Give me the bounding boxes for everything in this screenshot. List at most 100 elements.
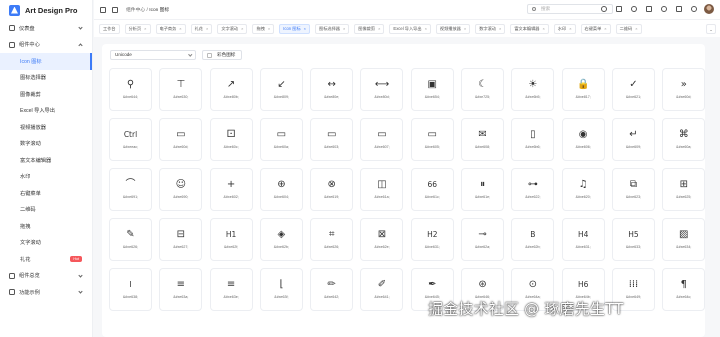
- icon-card[interactable]: ▭ &#xe603;: [310, 118, 354, 161]
- theme-icon[interactable]: [674, 5, 683, 14]
- icon-card[interactable]: ⊠ &#xe62e;: [360, 218, 404, 261]
- sidebar-item[interactable]: Excel 导入导出: [0, 103, 92, 120]
- tab-item[interactable]: Icon 图标 ×: [279, 23, 310, 34]
- icon-card[interactable]: ♫ &#xe620;: [561, 168, 605, 211]
- icon-card[interactable]: I &#xe638;: [109, 268, 152, 311]
- icon-card[interactable]: 🔒 &#xe817;: [561, 68, 605, 111]
- tab-item[interactable]: 二维码 ×: [615, 23, 642, 34]
- icon-card[interactable]: ✎ &#xe626;: [109, 218, 152, 261]
- icon-card[interactable]: ⊗ &#xe619;: [310, 168, 354, 211]
- sidebar-item[interactable]: 文字滚动: [0, 235, 92, 252]
- close-icon[interactable]: ×: [569, 24, 571, 33]
- refresh-icon[interactable]: [599, 5, 608, 14]
- icon-card[interactable]: ◈ &#xe62b;: [259, 218, 303, 261]
- tab-item[interactable]: 图标选择器 ×: [315, 23, 350, 34]
- icon-card[interactable]: ▭ &#xe60d;: [159, 118, 203, 161]
- icon-card[interactable]: ⧉ &#xe623;: [611, 168, 655, 211]
- close-icon[interactable]: ×: [542, 24, 544, 33]
- icon-card[interactable]: ¶ &#xe64c;: [662, 268, 706, 311]
- tab-item[interactable]: 富文本编辑器 ×: [510, 23, 549, 34]
- icon-card[interactable]: + &#xe602;: [209, 168, 253, 211]
- sidebar-item[interactable]: 图标选择器: [0, 70, 92, 87]
- icon-card[interactable]: ⌗ &#xe626;: [310, 218, 354, 261]
- sidebar-item[interactable]: 富文本编辑器: [0, 152, 92, 169]
- sidebar-item[interactable]: 功能示例: [0, 284, 92, 301]
- sidebar-item[interactable]: 组件中心: [0, 37, 92, 54]
- icon-card[interactable]: ≡ &#xe63e;: [209, 268, 253, 311]
- tab-item[interactable]: 电子商务 ×: [155, 23, 186, 34]
- icon-card[interactable]: ↙ &#xe809;: [259, 68, 303, 111]
- sidebar-item[interactable]: 组件总览: [0, 268, 92, 285]
- icon-card[interactable]: ≡ &#xe63a;: [159, 268, 203, 311]
- close-icon[interactable]: ×: [604, 24, 606, 33]
- icon-card[interactable]: ▭ &#xe60a;: [259, 118, 303, 161]
- close-icon[interactable]: ×: [241, 24, 243, 33]
- fullscreen-icon[interactable]: [614, 5, 623, 14]
- sidebar-item[interactable]: 仪表盘: [0, 20, 92, 37]
- icon-card[interactable]: ⊟ &#xe627;: [159, 218, 203, 261]
- icon-card[interactable]: ⊤ &#xe630;: [159, 68, 203, 111]
- color-icon-toggle[interactable]: 彩色图标: [202, 50, 243, 60]
- icon-card[interactable]: ⌊ &#xe63f;: [259, 268, 303, 311]
- icon-card[interactable]: ✐ &#xe641;: [360, 268, 404, 311]
- close-icon[interactable]: ×: [343, 24, 345, 33]
- icon-card[interactable]: ↵ &#xe609;: [611, 118, 655, 161]
- tab-item[interactable]: 工作台: [99, 23, 120, 34]
- icon-card[interactable]: ✓ &#xe621;: [611, 68, 655, 111]
- tab-item[interactable]: 礼花 ×: [190, 23, 213, 34]
- notification-icon[interactable]: [644, 5, 653, 14]
- icon-card[interactable]: ⏸ &#xe61e;: [461, 168, 505, 211]
- settings-icon[interactable]: [689, 5, 698, 14]
- icon-card[interactable]: ⊸ &#xe62a;: [461, 218, 505, 261]
- tab-item[interactable]: 分析页 ×: [124, 23, 151, 34]
- icon-card[interactable]: ▭ &#xe607;: [360, 118, 404, 161]
- icon-card[interactable]: ⌘ &#xe60a;: [662, 118, 706, 161]
- icon-card[interactable]: ☀ &#xe6b5;: [511, 68, 555, 111]
- icon-type-select[interactable]: Unicode: [110, 50, 196, 60]
- close-icon[interactable]: ×: [464, 24, 466, 33]
- tab-item[interactable]: 数字滚动 ×: [475, 23, 506, 34]
- icon-card[interactable]: ▯ &#xe6b6;: [511, 118, 555, 161]
- chat-icon[interactable]: [659, 5, 668, 14]
- icon-card[interactable]: H4 &#xe631;: [561, 218, 605, 261]
- tab-item[interactable]: 图像裁剪 ×: [354, 23, 385, 34]
- icon-card[interactable]: ☺ &#xe690;: [159, 168, 203, 211]
- icon-card[interactable]: Ctrl &#xeeac;: [109, 118, 152, 161]
- breadcrumb-parent[interactable]: 组件中心: [126, 8, 145, 13]
- icon-card[interactable]: ⊶ &#xe622;: [511, 168, 555, 211]
- icon-card[interactable]: ⌒ &#xe691;: [109, 168, 152, 211]
- brand[interactable]: Art Design Pro: [0, 0, 92, 20]
- icon-card[interactable]: ▭ &#xe605;: [410, 118, 454, 161]
- icon-card[interactable]: ⚲ &#xe644;: [109, 68, 152, 111]
- avatar[interactable]: [704, 4, 714, 14]
- close-icon[interactable]: ×: [206, 24, 208, 33]
- sidebar-item[interactable]: 水印: [0, 169, 92, 186]
- close-icon[interactable]: ×: [499, 24, 501, 33]
- icon-card[interactable]: ▨ &#xe634;: [662, 218, 706, 261]
- close-icon[interactable]: ×: [304, 24, 306, 33]
- sidebar-item[interactable]: 数字滚动: [0, 136, 92, 153]
- icon-card[interactable]: ☾ &#xe725;: [461, 68, 505, 111]
- icon-card[interactable]: ↔ &#xe80e;: [310, 68, 354, 111]
- close-icon[interactable]: ×: [144, 24, 146, 33]
- icon-card[interactable]: 66 &#xe61c;: [410, 168, 454, 211]
- tab-more-button[interactable]: ⌄: [706, 24, 716, 34]
- sidebar-item[interactable]: 视频播放器: [0, 119, 92, 136]
- icon-card[interactable]: ◫ &#xe61a;: [360, 168, 404, 211]
- tab-item[interactable]: 拖拽 ×: [252, 23, 275, 34]
- tab-item[interactable]: 右键菜单 ×: [580, 23, 611, 34]
- icon-card[interactable]: ▣ &#xe654;: [410, 68, 454, 111]
- sidebar-item[interactable]: 二维码: [0, 202, 92, 219]
- icon-card[interactable]: ✉ &#xe608;: [461, 118, 505, 161]
- tab-item[interactable]: 水印 ×: [553, 23, 576, 34]
- tab-item[interactable]: 文字滚动 ×: [217, 23, 248, 34]
- tab-item[interactable]: Excel 导入导出 ×: [389, 23, 431, 34]
- language-icon[interactable]: [629, 5, 638, 14]
- icon-card[interactable]: ✏ &#xe642;: [310, 268, 354, 311]
- close-icon[interactable]: ×: [425, 24, 427, 33]
- icon-card[interactable]: B &#xe62b;: [511, 218, 555, 261]
- close-icon[interactable]: ×: [635, 24, 637, 33]
- tab-item[interactable]: 视频播放器 ×: [435, 23, 471, 34]
- icon-card[interactable]: ⚀ &#xe60c;: [209, 118, 253, 161]
- close-icon[interactable]: ×: [179, 24, 181, 33]
